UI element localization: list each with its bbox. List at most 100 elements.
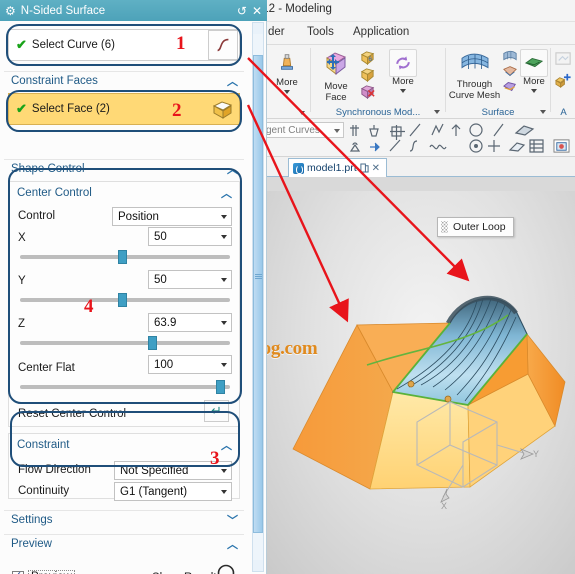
- offset-region-icon: [360, 68, 375, 83]
- reset-icon[interactable]: ↺: [237, 5, 247, 17]
- annotation-number-1: 1: [176, 33, 186, 54]
- ribbon-button-more-left[interactable]: More: [269, 51, 305, 94]
- select-curve-row[interactable]: ✔ Select Curve (6): [8, 29, 240, 61]
- z-value-combo[interactable]: 63.9: [148, 313, 232, 332]
- toolbar-screenshot-icon[interactable]: [553, 138, 570, 159]
- ribbon-group-label-synchronous: Synchronous Mod...: [335, 107, 421, 118]
- section-header-settings[interactable]: Settings ﹀: [4, 510, 244, 529]
- ribbon-button-through-label-2: Curve Mesh: [448, 89, 501, 101]
- scroll-down-button[interactable]: [253, 560, 263, 571]
- scroll-up-button[interactable]: [253, 23, 263, 34]
- x-slider-thumb[interactable]: [118, 250, 127, 264]
- section-header-center-control[interactable]: Center Control ︿: [10, 183, 238, 202]
- stamp-icon: [281, 54, 293, 70]
- show-result-button[interactable]: [215, 563, 241, 574]
- ribbon-group-surface: Through Curve Mesh More Surface: [447, 45, 549, 119]
- face-select-button[interactable]: [208, 94, 238, 124]
- surface-more-icon: [524, 58, 544, 68]
- grip-dots-icon: [441, 221, 448, 233]
- ribbon-button-move-face-label-2: Face: [325, 91, 347, 103]
- ribbon-small-icon-delete-face[interactable]: [359, 83, 376, 104]
- ribbon-divider-3: [550, 48, 551, 112]
- y-value: 50: [154, 274, 167, 286]
- menu-item-application[interactable]: Application: [353, 26, 409, 38]
- section-header-shape-control[interactable]: Shape Control ︿: [4, 159, 244, 178]
- document-tab-model1[interactable]: model1.prt ✕: [288, 158, 387, 177]
- ribbon-button-through-curve-mesh[interactable]: Through Curve Mesh: [447, 49, 502, 101]
- center-flat-slider-thumb[interactable]: [216, 380, 225, 394]
- dialog-scrollbar[interactable]: [252, 22, 264, 572]
- ribbon-divider-1: [310, 48, 311, 112]
- close-icon[interactable]: ✕: [372, 163, 380, 174]
- ribbon-button-move-face[interactable]: Move Face: [314, 49, 358, 103]
- close-icon[interactable]: ✕: [252, 5, 262, 17]
- select-face-row[interactable]: ✔ Select Face (2): [8, 93, 240, 125]
- face-select-icon: [212, 100, 233, 119]
- center-flat-slider[interactable]: [20, 380, 230, 394]
- preview-checkbox-row[interactable]: Preview: [12, 569, 75, 574]
- y-value-combo[interactable]: 50: [148, 270, 232, 289]
- axis-label-x: X: [441, 501, 447, 511]
- reset-arrow-icon: ↵: [211, 403, 222, 418]
- ribbon-button-add-component[interactable]: [554, 72, 573, 95]
- continuity-combo[interactable]: G1 (Tangent): [114, 482, 232, 501]
- ribbon-button-more-sync[interactable]: More: [380, 49, 426, 93]
- curve-select-button[interactable]: [208, 30, 238, 60]
- y-slider[interactable]: [20, 293, 230, 307]
- z-slider-thumb[interactable]: [148, 336, 157, 350]
- outer-loop-tooltip-label: Outer Loop: [453, 221, 506, 233]
- group-expand-caret-sync[interactable]: [434, 110, 440, 114]
- center-flat-label: Center Flat: [18, 362, 75, 374]
- chevron-down-icon[interactable]: [284, 89, 290, 94]
- section-header-preview[interactable]: Preview ︿: [4, 534, 244, 553]
- studio-surface-icon: [503, 66, 517, 77]
- chevron-down-icon[interactable]: [531, 88, 537, 93]
- chevron-down-icon: [221, 363, 227, 367]
- 3d-model-pyramid: Y X: [292, 295, 566, 511]
- tangent-curves-combo[interactable]: gent Curves: [262, 122, 344, 138]
- reset-center-control-button[interactable]: ↵: [204, 400, 229, 422]
- section-label-center-control: Center Control: [17, 186, 92, 199]
- graphics-viewport[interactable]: Y X Outer Loop: [265, 177, 575, 574]
- z-label: Z: [18, 318, 26, 330]
- add-component-icon: [555, 73, 571, 89]
- y-label: Y: [18, 275, 26, 287]
- menu-item-render[interactable]: der: [268, 26, 285, 38]
- chevron-down-icon[interactable]: [400, 88, 406, 93]
- document-tab-label: model1.prt: [307, 162, 357, 174]
- ribbon-small-icon-n-sided-surface[interactable]: [502, 79, 518, 99]
- section-label-settings: Settings: [11, 514, 53, 526]
- dialog-title: N-Sided Surface: [20, 4, 106, 17]
- ribbon-button-work-part[interactable]: [554, 50, 573, 73]
- control-combo[interactable]: Position: [112, 207, 232, 226]
- dialog-title-bar[interactable]: ⚙ N-Sided Surface ↺ ✕: [0, 0, 267, 21]
- ribbon-button-more-surface[interactable]: More: [519, 49, 549, 93]
- annotation-number-3: 3: [210, 448, 220, 469]
- y-slider-thumb[interactable]: [118, 293, 127, 307]
- section-header-constraint-faces[interactable]: Constraint Faces ︿: [4, 71, 244, 90]
- group-expand-caret-surface[interactable]: [540, 110, 546, 114]
- chevron-down-icon: [334, 129, 340, 133]
- section-label-shape-control: Shape Control: [11, 163, 85, 175]
- z-slider[interactable]: [20, 336, 230, 350]
- sync-refresh-icon: [396, 56, 410, 70]
- menu-item-tools[interactable]: Tools: [307, 26, 334, 38]
- section-label-constraint: Constraint: [17, 438, 70, 451]
- tangent-curves-value: gent Curves: [266, 125, 320, 136]
- group-expand-caret-left[interactable]: [299, 111, 305, 115]
- ribbon-group-label-assemblies: A: [560, 107, 567, 118]
- x-value-combo[interactable]: 50: [148, 227, 232, 246]
- chevron-down-icon: [221, 235, 227, 239]
- ribbon-group-synchronous-modeling: Move Face 6 More Synchronous Mod...: [312, 45, 444, 119]
- detach-icon[interactable]: [360, 163, 369, 173]
- camera-icon: [553, 139, 570, 153]
- section-header-constraint[interactable]: Constraint ︿: [10, 435, 238, 454]
- curve-toolbar-icons[interactable]: [348, 121, 548, 155]
- chevron-up-icon: ︿: [221, 439, 232, 452]
- center-flat-combo[interactable]: 100: [148, 355, 232, 374]
- outer-loop-tooltip[interactable]: Outer Loop: [437, 217, 514, 237]
- control-combo-value: Position: [118, 211, 159, 223]
- viewport-top-strip: [265, 177, 575, 191]
- x-slider[interactable]: [20, 250, 230, 264]
- dialog-scrollbar-thumb[interactable]: [253, 55, 263, 533]
